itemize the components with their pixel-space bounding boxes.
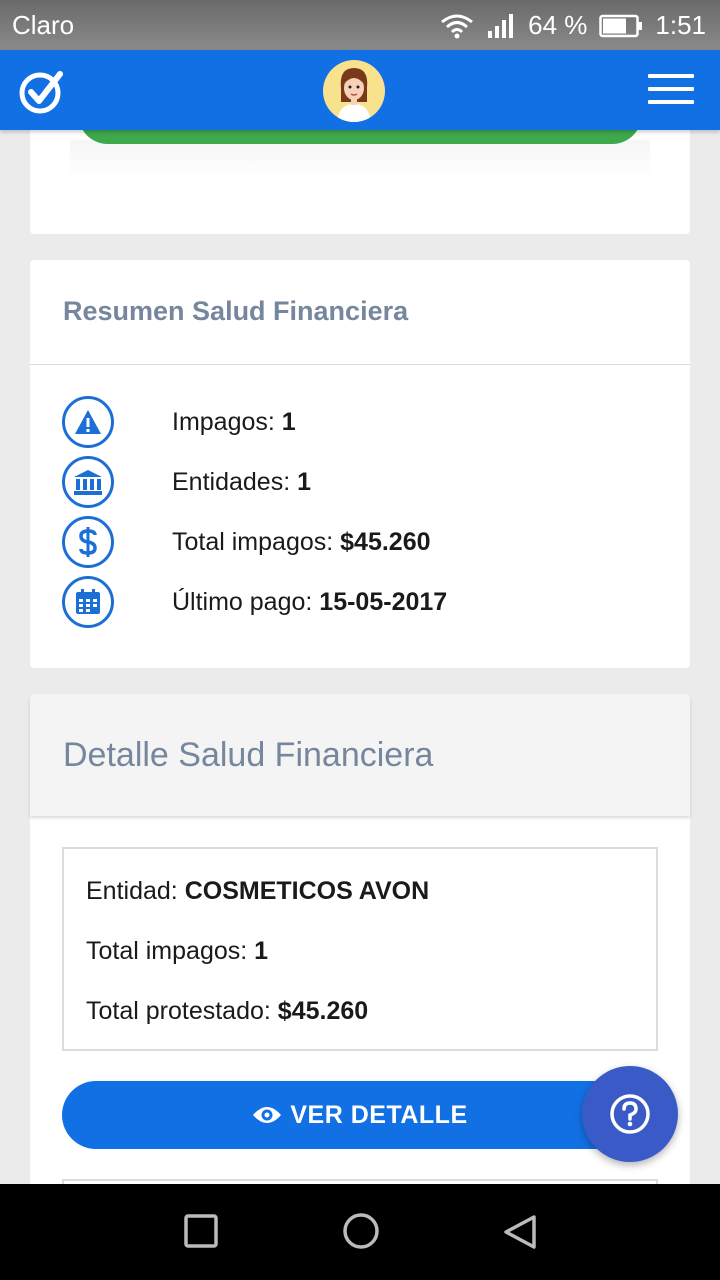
total-protestado-label: Total protestado: [86,997,278,1025]
item-label: Total impagos: [172,528,341,556]
item-label: Último pago: [172,588,320,616]
detalle-header: Detalle Salud Financiera [30,694,690,816]
help-button[interactable] [582,1066,678,1162]
total-impagos-label: Total impagos: [86,937,255,965]
resumen-item-text: Impagos: 1 [172,408,296,437]
total-protestado-line: Total protestado: $45.260 [86,997,368,1026]
menu-bar [648,87,694,91]
ver-detalle-label: VER DETALLE [290,1100,468,1129]
resumen-item-impagos: Impagos: 1 [62,396,662,448]
item-label: Entidades: [172,468,298,496]
back-icon[interactable] [502,1214,538,1250]
resumen-item-total-impagos: Total impagos: $45.260 [62,516,662,568]
menu-bar [648,100,694,104]
green-action-button[interactable] [78,130,642,144]
resumen-item-ultimo-pago: Último pago: 15-05-2017 [62,576,662,628]
system-nav-bar [0,1184,720,1280]
carrier-name: Claro [12,10,75,40]
calendar-icon [62,576,114,628]
entidad-value: COSMETICOS AVON [184,877,430,905]
clock: 1:51 [655,10,706,40]
battery-percent: 64 % [528,10,588,40]
resumen-item-text: Total impagos: $45.260 [172,528,431,557]
eye-icon [253,1107,282,1123]
status-bar: Claro 64 % 1:51 [0,0,720,50]
wifi-icon [441,14,474,38]
app-header [0,50,720,130]
avatar-icon [337,68,371,122]
detalle-title: Detalle Salud Financiera [63,736,434,774]
hamburger-menu-icon[interactable] [648,74,694,106]
user-avatar[interactable] [323,60,385,122]
resumen-item-text: Último pago: 15-05-2017 [172,588,447,617]
top-card [30,130,690,234]
item-value: 15-05-2017 [319,588,448,616]
signal-icon [488,13,514,38]
resumen-title: Resumen Salud Financiera [63,296,409,326]
resumen-card: Resumen Salud Financiera Impagos: 1 Enti… [30,260,690,668]
check-circle-icon[interactable] [18,68,66,116]
entidad-box: Entidad: COSMETICOS AVON Total impagos: … [62,847,658,1051]
total-impagos-value: 1 [254,937,269,965]
resumen-item-text: Entidades: 1 [172,468,311,497]
battery-icon [599,14,643,37]
item-value: 1 [281,408,296,436]
item-value: $45.260 [340,528,431,556]
total-impagos-line: Total impagos: 1 [86,937,268,966]
main-content[interactable]: Resumen Salud Financiera Impagos: 1 Enti… [0,130,720,1184]
home-icon[interactable] [342,1212,380,1250]
entidad-label: Entidad: [86,877,185,905]
question-icon [610,1094,650,1134]
warning-icon [62,396,114,448]
entidad-line: Entidad: COSMETICOS AVON [86,877,429,906]
recent-apps-icon[interactable] [184,1214,218,1248]
bank-icon [62,456,114,508]
resumen-item-entidades: Entidades: 1 [62,456,662,508]
divider [30,364,690,365]
total-protestado-value: $45.260 [277,997,369,1025]
dollar-icon [62,516,114,568]
card-shadow [70,140,650,180]
ver-detalle-button[interactable]: VER DETALLE [62,1081,658,1149]
item-label: Impagos: [172,408,282,436]
item-value: 1 [297,468,311,496]
menu-bar [648,74,694,78]
